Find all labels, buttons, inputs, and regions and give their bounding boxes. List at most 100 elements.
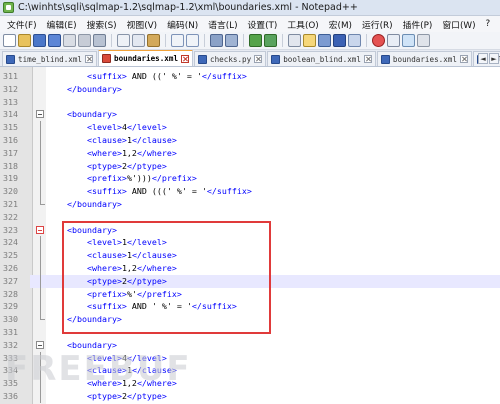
code-line[interactable]: 312 </boundary> xyxy=(0,83,500,96)
tab-scroll-right-button[interactable]: ► xyxy=(489,53,499,64)
code-line[interactable]: 320 <suffix> AND (((' %' = '</suffix> xyxy=(0,185,500,198)
menu-encoding[interactable]: 编码(N) xyxy=(162,18,203,31)
function-list-icon[interactable] xyxy=(402,34,415,47)
menu-view[interactable]: 视图(V) xyxy=(122,18,162,31)
code-line[interactable]: 318 <ptype>2</ptype> xyxy=(0,160,500,173)
menu-window[interactable]: 窗口(W) xyxy=(437,18,480,31)
file-icon xyxy=(271,54,281,64)
menu-file[interactable]: 文件(F) xyxy=(2,18,42,31)
tab-time-blind[interactable]: time_blind.xml xyxy=(2,51,98,66)
line-number: 312 xyxy=(3,83,18,94)
menu-search[interactable]: 搜索(S) xyxy=(82,18,122,31)
line-number: 311 xyxy=(3,71,18,81)
undo-icon[interactable] xyxy=(171,34,184,47)
toolbar-separator xyxy=(204,34,205,47)
menu-language[interactable]: 语言(L) xyxy=(203,18,242,31)
tab-scroll-left-button[interactable]: ◄ xyxy=(478,53,488,64)
line-number: 325 xyxy=(3,250,18,261)
show-all-chars-icon[interactable] xyxy=(318,34,331,47)
menu-plugins[interactable]: 插件(P) xyxy=(398,18,438,31)
code-line[interactable]: 311 <suffix> AND ((' %' = '</suffix> xyxy=(0,70,500,83)
replace-icon[interactable] xyxy=(225,34,238,47)
line-number: 324 xyxy=(3,237,18,248)
toolbar-separator xyxy=(111,34,112,47)
code-line[interactable]: 328 <prefix>%'</prefix> xyxy=(0,288,500,301)
indent-guide-icon[interactable] xyxy=(333,34,346,47)
find-icon[interactable] xyxy=(210,34,223,47)
fold-guide-line xyxy=(40,262,41,275)
xml-text: %'))) xyxy=(126,173,152,184)
close-tab-icon[interactable] xyxy=(85,55,94,63)
redo-icon[interactable] xyxy=(186,34,199,47)
tab-checks[interactable]: checks.py xyxy=(194,51,267,66)
open-icon[interactable] xyxy=(18,34,31,47)
fold-toggle-icon[interactable] xyxy=(36,110,44,119)
zoom-out-icon[interactable] xyxy=(264,34,277,47)
fold-end-marker xyxy=(40,313,45,321)
code-line[interactable]: 315 <level>4</level> xyxy=(0,121,500,134)
code-text: <where>1,2</where> xyxy=(47,262,177,275)
sync-scroll-icon[interactable] xyxy=(288,34,301,47)
menu-tools[interactable]: 工具(O) xyxy=(282,18,323,31)
code-text: <boundary> xyxy=(47,108,117,121)
paste-icon[interactable] xyxy=(147,34,160,47)
file-icon xyxy=(198,54,208,64)
code-line[interactable]: 316 <clause>1</clause> xyxy=(0,134,500,147)
user-language-icon[interactable] xyxy=(348,34,361,47)
code-line[interactable]: 319 <prefix>%')))</prefix> xyxy=(0,172,500,185)
close-tab-icon[interactable] xyxy=(254,55,263,63)
xml-text: AND ((' %' = ' xyxy=(126,71,202,81)
close-tab-icon[interactable] xyxy=(181,54,190,63)
menu-settings[interactable]: 设置(T) xyxy=(243,18,283,31)
code-line[interactable]: 313 xyxy=(0,96,500,109)
close-tab-icon[interactable] xyxy=(363,55,372,63)
fold-guide-line xyxy=(40,274,41,288)
menu-help[interactable]: ? xyxy=(481,19,496,29)
code-line[interactable]: 327 <ptype>2</ptype> xyxy=(0,274,500,288)
code-line[interactable]: 322 xyxy=(0,211,500,224)
macro-play-icon[interactable] xyxy=(387,34,400,47)
fold-toggle-icon[interactable] xyxy=(36,225,44,234)
code-line[interactable]: 314 <boundary> xyxy=(0,108,500,121)
code-line[interactable]: 325 <clause>1</clause> xyxy=(0,249,500,262)
code-line[interactable]: 317 <where>1,2</where> xyxy=(0,147,500,160)
fold-guide-line xyxy=(40,300,41,314)
save-all-icon[interactable] xyxy=(48,34,61,47)
code-line[interactable]: 330 </boundary> xyxy=(0,313,500,326)
print-icon[interactable] xyxy=(93,34,106,47)
fold-guide-line xyxy=(40,236,41,250)
xml-open-tag: <where> xyxy=(86,263,122,273)
code-line[interactable]: 323 <boundary> xyxy=(0,224,500,237)
code-line[interactable]: 329 <suffix> AND ' %' = '</suffix> xyxy=(0,300,500,313)
save-icon[interactable] xyxy=(33,34,46,47)
tab-boundaries-active[interactable]: boundaries.xml xyxy=(98,50,194,66)
code-line[interactable]: 324 <level>1</level> xyxy=(0,236,500,249)
code-text: <suffix> AND (((' %' = '</suffix> xyxy=(47,185,252,198)
xml-close-tag: </where> xyxy=(136,147,177,158)
close-all-icon[interactable] xyxy=(78,34,91,47)
close-tab-icon[interactable] xyxy=(459,55,468,63)
code-line[interactable]: 326 <where>1,2</where> xyxy=(0,262,500,275)
line-number: 331 xyxy=(3,327,18,337)
title-bar: C:\winhts\sqli\sqlmap-1.2\sqlmap-1.2\xml… xyxy=(0,0,500,16)
tab-label: checks.py xyxy=(210,54,252,64)
code-text: <prefix>%'</prefix> xyxy=(47,288,182,301)
new-icon[interactable] xyxy=(3,34,16,47)
code-editor[interactable]: 311 <suffix> AND ((' %' = '</suffix> 312 … xyxy=(0,67,500,404)
macro-record-icon[interactable] xyxy=(372,34,385,47)
word-wrap-icon[interactable] xyxy=(303,34,316,47)
tab-boolean-blind[interactable]: boolean_blind.xml xyxy=(267,51,376,66)
copy-icon[interactable] xyxy=(132,34,145,47)
xml-close-tag: </level> xyxy=(126,237,167,248)
menu-run[interactable]: 运行(R) xyxy=(357,18,398,31)
code-line[interactable]: 331 xyxy=(0,326,500,339)
close-icon[interactable] xyxy=(63,34,76,47)
fold-toggle-icon[interactable] xyxy=(36,340,44,349)
cut-icon[interactable] xyxy=(117,34,130,47)
more-icon[interactable] xyxy=(417,34,430,47)
code-line[interactable]: 321 </boundary> xyxy=(0,198,500,211)
zoom-in-icon[interactable] xyxy=(249,34,262,47)
menu-edit[interactable]: 编辑(E) xyxy=(42,18,82,31)
tab-boundaries-2[interactable]: boundaries.xml xyxy=(376,51,472,66)
menu-macro[interactable]: 宏(M) xyxy=(324,18,357,31)
